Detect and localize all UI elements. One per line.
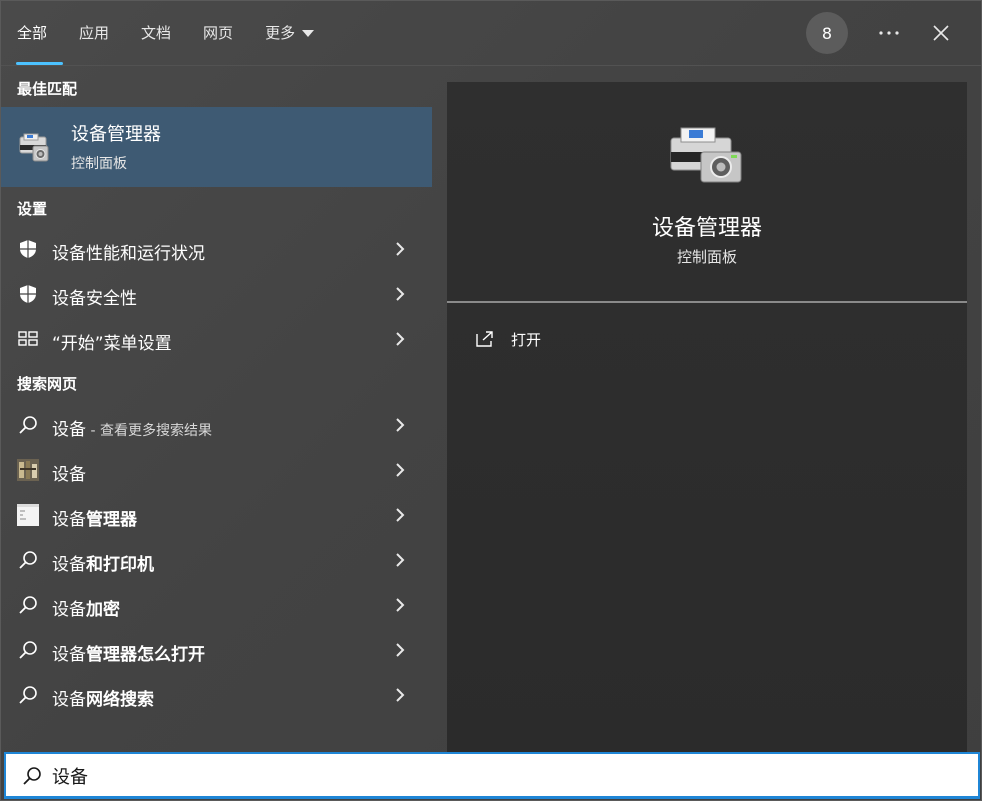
web-item-prefix: 设备 (52, 645, 86, 665)
web-item-label: 设备管理器 (52, 505, 137, 530)
device-manager-icon (670, 127, 742, 183)
search-input[interactable] (52, 760, 952, 792)
search-icon (19, 641, 37, 659)
web-item-label: 设备网络搜索 (52, 685, 154, 710)
chevron-right-icon (396, 643, 405, 657)
tab-more[interactable]: 更多 (265, 1, 315, 65)
caret-down-icon (302, 29, 315, 37)
thumbnail-icon (17, 459, 39, 481)
web-item-bold: 管理器 (86, 510, 137, 530)
web-item-label: 设备 (52, 460, 86, 485)
settings-item-device-security[interactable]: 设备安全性 (1, 272, 432, 316)
settings-item-device-performance[interactable]: 设备性能和运行状况 (1, 227, 432, 271)
web-item-bold: 网络搜索 (86, 690, 154, 710)
settings-item-label: 设备性能和运行状况 (52, 244, 205, 264)
web-item-how-to-open[interactable]: 设备管理器怎么打开 (1, 628, 432, 672)
chevron-right-icon (396, 508, 405, 522)
best-match-subtitle: 控制面板 (71, 156, 127, 172)
web-item-suffix: - 查看更多搜索结果 (86, 423, 212, 439)
search-bar (4, 752, 980, 799)
shield-icon (20, 285, 36, 303)
tab-label: 更多 (265, 24, 296, 42)
top-bar: 全部 应用 文档 网页 更多 8 (1, 1, 981, 65)
preview-subtitle: 控制面板 (676, 248, 737, 266)
chevron-right-icon (396, 418, 405, 432)
search-window: 全部 应用 文档 网页 更多 8 最佳匹配 设备管理器 控制面板 设置 设备性能… (0, 0, 982, 801)
settings-item-start-menu[interactable]: “开始”菜单设置 (1, 317, 432, 361)
web-item-prefix: 设备 (52, 465, 86, 485)
search-icon (19, 596, 37, 614)
web-item-see-more[interactable]: 设备 - 查看更多搜索结果 (1, 403, 432, 447)
open-external-icon (476, 331, 493, 347)
chevron-right-icon (396, 287, 405, 301)
chevron-right-icon (396, 242, 405, 256)
web-item-device-encryption[interactable]: 设备加密 (1, 583, 432, 627)
preview-title: 设备管理器 (651, 216, 762, 241)
web-item-prefix: 设备 (52, 510, 86, 530)
chevron-right-icon (396, 598, 405, 612)
tab-web[interactable]: 网页 (203, 1, 233, 65)
web-item-devices-printers[interactable]: 设备和打印机 (1, 538, 432, 582)
chevron-right-icon (396, 463, 405, 477)
search-icon (23, 767, 41, 785)
section-header-settings: 设置 (17, 200, 48, 218)
tab-documents[interactable]: 文档 (141, 1, 171, 65)
web-item-bold: 加密 (86, 600, 120, 620)
close-icon (933, 25, 949, 41)
tab-label: 网页 (203, 24, 234, 42)
chevron-right-icon (396, 688, 405, 702)
start-menu-icon (18, 331, 38, 346)
thumbnail-icon (17, 504, 39, 526)
tab-label: 应用 (79, 24, 110, 42)
open-action-label: 打开 (511, 330, 542, 349)
device-manager-icon (19, 133, 49, 162)
web-item-prefix: 设备 (52, 420, 86, 440)
search-icon (19, 551, 37, 569)
results-list: 最佳匹配 设备管理器 控制面板 设置 设备性能和运行状况 设备安全性 “开始”菜… (1, 66, 432, 752)
web-item-label: 设备 - 查看更多搜索结果 (52, 415, 212, 440)
settings-item-label: “开始”菜单设置 (52, 334, 172, 354)
tab-all[interactable]: 全部 (15, 1, 64, 65)
web-item-bold: 和打印机 (86, 555, 154, 575)
shield-icon (20, 240, 36, 258)
search-icon (19, 686, 37, 704)
web-item-network-search[interactable]: 设备网络搜索 (1, 673, 432, 717)
web-item-device-manager[interactable]: 设备管理器 (1, 493, 432, 537)
web-item-label: 设备加密 (52, 595, 120, 620)
settings-item-label: 设备安全性 (52, 289, 137, 309)
chevron-right-icon (396, 332, 405, 346)
more-horizontal-icon (879, 31, 899, 35)
preview-pane: 设备管理器 控制面板 打开 (447, 82, 967, 752)
more-options-button[interactable] (867, 15, 911, 51)
chevron-right-icon (396, 553, 405, 567)
section-header-web: 搜索网页 (17, 375, 78, 393)
web-item-device[interactable]: 设备 (1, 448, 432, 492)
search-icon (19, 416, 37, 434)
best-match-item[interactable]: 设备管理器 控制面板 (1, 107, 432, 187)
tab-apps[interactable]: 应用 (79, 1, 109, 65)
close-button[interactable] (921, 15, 961, 51)
web-item-prefix: 设备 (52, 690, 86, 710)
tab-label: 全部 (17, 24, 48, 42)
avatar-text: 8 (821, 23, 833, 43)
web-item-bold: 管理器怎么打开 (86, 645, 205, 665)
web-item-prefix: 设备 (52, 555, 86, 575)
tab-label: 文档 (141, 24, 172, 42)
web-item-label: 设备和打印机 (52, 550, 154, 575)
section-header-best-match: 最佳匹配 (17, 80, 78, 98)
divider (447, 301, 967, 303)
web-item-label: 设备管理器怎么打开 (52, 640, 205, 665)
best-match-title: 设备管理器 (71, 124, 161, 145)
web-item-prefix: 设备 (52, 600, 86, 620)
filter-tabs: 全部 应用 文档 网页 更多 (15, 1, 346, 65)
open-action[interactable]: 打开 (475, 327, 541, 351)
avatar[interactable]: 8 (806, 12, 848, 54)
